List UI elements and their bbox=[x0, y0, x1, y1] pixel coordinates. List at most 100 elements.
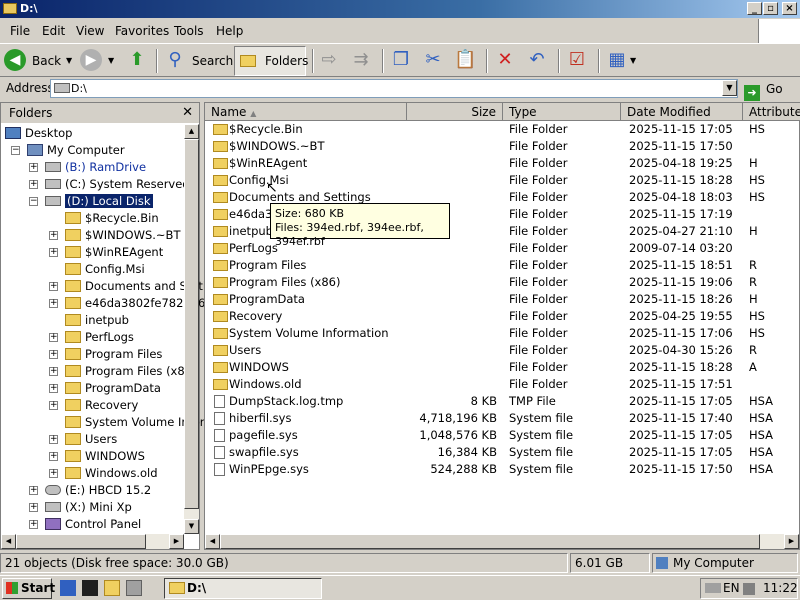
scroll-thumb[interactable] bbox=[184, 139, 199, 509]
start-button[interactable]: Start bbox=[2, 578, 55, 599]
expand-icon[interactable]: + bbox=[49, 435, 58, 444]
volume-icon[interactable] bbox=[743, 583, 755, 595]
file-row[interactable]: WinPEpge.sys 524,288 KB System file 2025-11… bbox=[205, 461, 800, 478]
tree-item[interactable]: + Program Files (x86) bbox=[1, 363, 196, 380]
delete-icon[interactable]: ✕ bbox=[494, 49, 516, 71]
tree-item[interactable]: + e46da3802fe782836 bbox=[1, 295, 205, 312]
move-to-icon[interactable]: ⇨ bbox=[318, 49, 340, 71]
taskbar-window-button[interactable]: D:\ bbox=[164, 578, 322, 599]
scroll-thumb[interactable] bbox=[16, 534, 146, 549]
search-button[interactable]: Search bbox=[192, 48, 233, 74]
column-header-attributes[interactable]: Attributes bbox=[743, 103, 800, 121]
file-row[interactable]: DumpStack.log.tmp 8 KB TMP File 2025-11-15 … bbox=[205, 393, 800, 410]
network-icon[interactable] bbox=[705, 583, 721, 593]
tree-item[interactable]: + (B:) RamDrive bbox=[1, 159, 184, 176]
expand-icon[interactable]: + bbox=[49, 231, 58, 240]
tree-item[interactable]: + Windows.old bbox=[1, 465, 184, 482]
copy-to-icon[interactable]: ⇉ bbox=[350, 49, 372, 71]
file-row[interactable]: $Recycle.Bin File Folder 2025-11-15 17:05 H… bbox=[205, 121, 800, 138]
search-icon[interactable]: ⚲ bbox=[164, 49, 186, 71]
file-row[interactable]: Recovery File Folder 2025-04-25 19:55 HS bbox=[205, 308, 800, 325]
tree-item[interactable]: + PerfLogs bbox=[1, 329, 184, 346]
list-horizontal-scrollbar[interactable]: ◀ ▶ bbox=[205, 534, 799, 549]
scroll-right-icon[interactable]: ▶ bbox=[169, 534, 184, 549]
tree-item[interactable]: + $WINDOWS.~BT bbox=[1, 227, 184, 244]
tree-horizontal-scrollbar[interactable]: ◀ ▶ bbox=[1, 534, 184, 549]
tree-item[interactable]: System Volume Inforr bbox=[1, 414, 209, 431]
expand-icon[interactable]: + bbox=[49, 350, 58, 359]
expand-icon[interactable]: + bbox=[29, 520, 38, 529]
explorer-icon[interactable] bbox=[104, 580, 120, 596]
go-button[interactable]: ➜ Go bbox=[744, 79, 798, 101]
menu-help[interactable]: Help bbox=[216, 24, 243, 38]
tree-item[interactable]: inetpub bbox=[1, 312, 184, 329]
expand-icon[interactable]: + bbox=[49, 367, 58, 376]
file-row[interactable]: System Volume Information File Folder 2025… bbox=[205, 325, 800, 342]
expand-icon[interactable]: + bbox=[49, 384, 58, 393]
expand-icon[interactable]: + bbox=[49, 333, 58, 342]
paste-icon[interactable]: 📋 bbox=[454, 49, 476, 71]
expand-icon[interactable]: + bbox=[49, 469, 58, 478]
scroll-up-icon[interactable]: ▲ bbox=[184, 124, 199, 139]
expand-icon[interactable]: + bbox=[29, 163, 38, 172]
scroll-left-icon[interactable]: ◀ bbox=[205, 534, 220, 549]
collapse-icon[interactable]: − bbox=[11, 146, 20, 155]
column-header-date[interactable]: Date Modified bbox=[621, 103, 743, 121]
file-row[interactable]: hiberfil.sys 4,718,196 KB System file 2025-… bbox=[205, 410, 800, 427]
minimize-button[interactable]: _ bbox=[747, 2, 762, 15]
tree-item[interactable]: + Recovery bbox=[1, 397, 184, 414]
file-row[interactable]: $WINDOWS.~BT File Folder 2025-11-15 17:50 bbox=[205, 138, 800, 155]
tree-item[interactable]: + Users bbox=[1, 431, 184, 448]
folders-button[interactable]: Folders bbox=[234, 46, 308, 76]
file-row[interactable]: Windows.old File Folder 2025-11-15 17:51 bbox=[205, 376, 800, 393]
expand-icon[interactable]: + bbox=[29, 503, 38, 512]
views-dropdown-icon[interactable]: ▼ bbox=[630, 48, 636, 74]
menu-tools[interactable]: Tools bbox=[174, 24, 204, 38]
drive-quicklaunch-icon[interactable] bbox=[126, 580, 142, 596]
cut-icon[interactable]: ✂ bbox=[422, 49, 444, 71]
file-row[interactable]: swapfile.sys 16,384 KB System file 2025-11-… bbox=[205, 444, 800, 461]
menu-file[interactable]: File bbox=[10, 24, 30, 38]
back-button[interactable]: Back bbox=[32, 48, 61, 74]
address-input[interactable]: D:\ bbox=[50, 79, 738, 98]
tree-item[interactable]: + WINDOWS bbox=[1, 448, 184, 465]
file-row[interactable]: WINDOWS File Folder 2025-11-15 18:28 A bbox=[205, 359, 800, 376]
file-row[interactable]: Program Files (x86) File Folder 2025-11-15… bbox=[205, 274, 800, 291]
tree-item[interactable]: + $WinREAgent bbox=[1, 244, 184, 261]
menu-favorites[interactable]: Favorites bbox=[115, 24, 169, 38]
expand-icon[interactable]: + bbox=[49, 299, 58, 308]
address-dropdown-icon[interactable]: ▼ bbox=[722, 80, 737, 96]
tree-item[interactable]: + Documents and Setti bbox=[1, 278, 206, 295]
file-row[interactable]: pagefile.sys 1,048,576 KB System file 2025-… bbox=[205, 427, 800, 444]
folders-pane-close-button[interactable]: ✕ bbox=[182, 103, 193, 123]
menu-view[interactable]: View bbox=[76, 24, 104, 38]
scroll-down-icon[interactable]: ▼ bbox=[184, 519, 199, 534]
tree-item[interactable]: $Recycle.Bin bbox=[1, 210, 184, 227]
expand-icon[interactable]: + bbox=[49, 248, 58, 257]
tree-item[interactable]: + ProgramData bbox=[1, 380, 184, 397]
tree-item[interactable]: + (X:) Mini Xp bbox=[1, 499, 184, 516]
file-row[interactable]: ProgramData File Folder 2025-11-15 18:26 H bbox=[205, 291, 800, 308]
file-row[interactable]: Config.Msi File Folder 2025-11-15 18:28 HS bbox=[205, 172, 800, 189]
forward-arrow-icon[interactable]: ▶ bbox=[80, 49, 102, 71]
menu-edit[interactable]: Edit bbox=[42, 24, 65, 38]
scroll-left-icon[interactable]: ◀ bbox=[1, 534, 16, 549]
up-folder-icon[interactable]: ⬆ bbox=[126, 49, 148, 71]
tree-item[interactable]: − My Computer bbox=[1, 142, 184, 159]
expand-icon[interactable]: + bbox=[49, 282, 58, 291]
undo-icon[interactable]: ↶ bbox=[526, 49, 548, 71]
views-icon[interactable]: ▦ bbox=[606, 49, 628, 71]
column-header-name[interactable]: Name ▲ bbox=[205, 103, 407, 121]
language-indicator[interactable]: EN bbox=[723, 579, 740, 598]
tree-vertical-scrollbar[interactable]: ▲ ▼ bbox=[184, 124, 199, 534]
tree-item[interactable]: + Control Panel bbox=[1, 516, 184, 533]
maximize-button[interactable]: ▫ bbox=[763, 2, 778, 15]
ie-icon[interactable] bbox=[60, 580, 76, 596]
expand-icon[interactable]: + bbox=[29, 486, 38, 495]
scroll-right-icon[interactable]: ▶ bbox=[784, 534, 799, 549]
file-row[interactable]: Users File Folder 2025-04-30 15:26 R bbox=[205, 342, 800, 359]
properties-icon[interactable]: ☑ bbox=[566, 49, 588, 71]
scroll-thumb[interactable] bbox=[220, 534, 760, 549]
expand-icon[interactable]: + bbox=[49, 452, 58, 461]
tree-item[interactable]: Desktop bbox=[1, 125, 184, 142]
